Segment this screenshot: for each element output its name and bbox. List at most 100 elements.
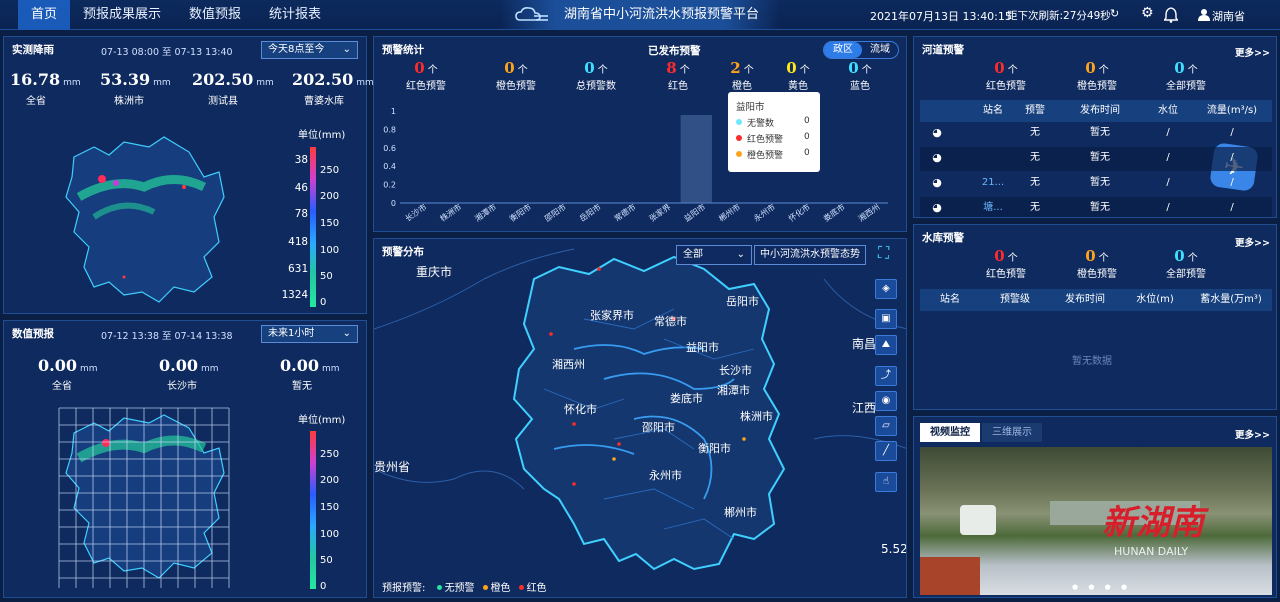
- ruler-icon[interactable]: ╱: [875, 441, 897, 461]
- hunan-warning-map[interactable]: [374, 239, 907, 598]
- column-header: 流量(m³/s): [1206, 105, 1258, 116]
- layers-icon[interactable]: ◈: [875, 279, 897, 299]
- region-filter-value: 全部: [683, 249, 703, 260]
- legend-title: 单位(mm): [298, 415, 346, 426]
- table-row[interactable]: ◕ 21... 无暂无 / /: [920, 172, 1272, 196]
- region-selector[interactable]: 湖南省: [1212, 8, 1245, 24]
- warning-count: 0 个红色预警: [966, 59, 1046, 92]
- legend-tick: 250: [320, 165, 340, 176]
- legend-tick: 150: [320, 502, 340, 513]
- x-tick-label: 长沙市: [403, 202, 428, 224]
- target-icon[interactable]: ◉: [875, 391, 897, 411]
- count-unit: 个: [1187, 253, 1198, 264]
- gear-icon[interactable]: ⚙: [1141, 5, 1154, 21]
- table-row[interactable]: ◕ 无 暂无 / /: [920, 147, 1272, 171]
- legend-tick: 0: [320, 297, 327, 308]
- app-title-box: 湖南省中小河流洪水预报预警平台: [500, 0, 780, 30]
- count-number: 0: [1174, 59, 1185, 77]
- count-unit: 个: [597, 65, 608, 76]
- table-cell: /: [1230, 152, 1234, 163]
- tooltip-value: 0: [804, 132, 810, 142]
- count-number: 0: [1085, 59, 1096, 77]
- stat-value: 0.00 mm: [280, 356, 340, 375]
- city-label: 益阳市: [686, 341, 719, 354]
- tab-basin[interactable]: 流域: [862, 42, 898, 58]
- count-number: 0: [414, 59, 425, 77]
- area-icon[interactable]: ⛰: [875, 335, 897, 355]
- legend-item-label: 无预警: [444, 583, 475, 594]
- table-cell: 无: [1030, 202, 1040, 213]
- count-label: 橙色预警: [496, 81, 536, 92]
- count-number: 8: [666, 59, 677, 77]
- x-tick-label: 岳阳市: [577, 202, 602, 224]
- legend-count: 418: [288, 235, 308, 248]
- video-frame[interactable]: 新湖南 HUNAN DAILY ● ● ● ●: [920, 447, 1272, 595]
- station-type-icon: ◕: [932, 151, 942, 164]
- stat-label: 长沙市: [167, 381, 197, 392]
- river-warning-panel: 河道预警 更多>> 站名 预警 发布时间 水位 流量(m³/s) ✈ 0个红色预…: [913, 36, 1277, 218]
- tooltip-label: 无警数: [747, 119, 775, 129]
- period-select-value: 今天8点至今: [268, 44, 325, 55]
- pointer-icon[interactable]: ☝: [875, 472, 897, 492]
- tab-switch: 政区 流域: [823, 41, 899, 59]
- column-header: 预警: [1025, 105, 1045, 116]
- table-row[interactable]: ◕ 无 暂无 / /: [920, 122, 1272, 146]
- legend-tick: 50: [320, 555, 333, 566]
- warning-count: 0 个橙色预警: [476, 59, 556, 92]
- nav-reports[interactable]: 统计报表: [256, 0, 334, 30]
- more-link[interactable]: 更多>>: [1235, 235, 1270, 249]
- legend-dot: [482, 585, 488, 590]
- fullscreen-icon[interactable]: ⛶: [878, 243, 889, 263]
- x-tick-label: 株洲市: [438, 202, 463, 224]
- table-cell: 暂无: [1090, 127, 1110, 138]
- period-select[interactable]: 今天8点至今 ⌄: [261, 41, 358, 59]
- table-cell: 无: [1030, 152, 1040, 163]
- region-filter-select[interactable]: 全部 ⌄: [676, 245, 752, 265]
- warning-count: 0 个橙色预警: [1057, 59, 1137, 92]
- refresh-icon[interactable]: ↻: [1110, 7, 1119, 20]
- table-cell: /: [1166, 177, 1170, 188]
- period-select[interactable]: 未来1小时 ⌄: [261, 325, 358, 343]
- tab-3d[interactable]: 三维展示: [982, 423, 1042, 442]
- more-link[interactable]: 更多>>: [1235, 45, 1270, 59]
- x-tick-label: 怀化市: [786, 202, 811, 224]
- nav-numeric-forecast[interactable]: 数值预报: [176, 0, 254, 30]
- rain-map[interactable]: [54, 117, 234, 307]
- count-number: 0: [1085, 247, 1096, 265]
- nav-home[interactable]: 首页: [18, 0, 71, 30]
- x-tick-label: 邵阳市: [542, 202, 567, 224]
- count-number: 0: [786, 59, 797, 77]
- table-header: 站名 预警级 发布时间 水位(m) 蓄水量(万m³): [920, 289, 1272, 311]
- tab-video[interactable]: 视频监控: [920, 423, 980, 442]
- polygon-icon[interactable]: ▱: [875, 416, 897, 436]
- flood-situation-link[interactable]: 中小河流洪水预警态势: [754, 245, 866, 265]
- bell-icon[interactable]: [1164, 7, 1178, 23]
- legend-ticks: 250 200 150 100 50 0: [320, 431, 350, 601]
- legend-title: 单位(mm): [298, 130, 346, 141]
- hover-highlight: [680, 115, 712, 203]
- stat-label: 全省: [52, 381, 72, 392]
- table-row[interactable]: ◕ 塘... 无暂无 / /: [920, 197, 1272, 217]
- count-number: 0: [584, 59, 595, 77]
- published-title: 已发布预警: [648, 45, 701, 57]
- warning-bar-chart[interactable]: 0 0.2 0.4 0.6 0.8 1 长沙市 株洲市 湘潭市 衡阳市 邵阳市 岳阳市 常德市 张家界 益阳…: [374, 107, 908, 231]
- stat-value: 202.50 mm: [292, 70, 374, 89]
- column-header: 预警级: [1000, 294, 1030, 305]
- more-link[interactable]: 更多>>: [1235, 427, 1270, 441]
- legend-item-label: 红色: [526, 583, 547, 594]
- forecast-grid-map[interactable]: [54, 403, 244, 593]
- column-header: 发布时间: [1080, 105, 1120, 116]
- reservoir-warning-panel: 水库预警 更多>> 站名 预警级 发布时间 水位(m) 蓄水量(万m³) 暂无数…: [913, 224, 1277, 410]
- tooltip-label: 橙色预警: [747, 151, 784, 161]
- carousel-dots[interactable]: ● ● ● ●: [1072, 583, 1131, 591]
- nav-forecast-results[interactable]: 预报成果展示: [70, 0, 174, 30]
- tab-district[interactable]: 政区: [824, 42, 862, 58]
- map-image-icon[interactable]: ▣: [875, 309, 897, 329]
- count-label: 红色: [668, 81, 688, 92]
- table-cell: 暂无: [1090, 177, 1110, 188]
- stat-label: 测试县: [208, 96, 238, 107]
- route-icon[interactable]: ⤴: [875, 366, 897, 386]
- legend-count: 631: [288, 262, 308, 275]
- count-unit: 个: [427, 65, 438, 76]
- panel-title: 数值预报: [12, 328, 54, 340]
